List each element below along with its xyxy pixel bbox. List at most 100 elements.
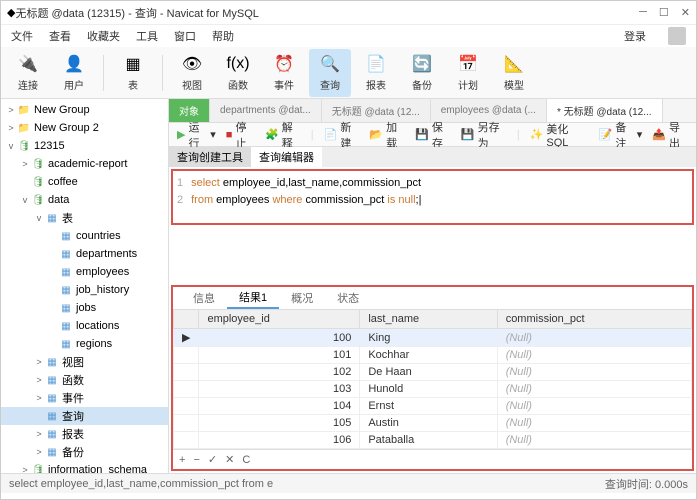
- status-text: select employee_id,last_name,commission_…: [9, 478, 273, 490]
- tree-事件[interactable]: >▦事件: [1, 389, 168, 407]
- toolbar-用户[interactable]: 👤用户: [53, 49, 95, 97]
- tree-12315[interactable]: v🛢12315: [1, 137, 168, 155]
- tree-academic-report[interactable]: >🛢academic-report: [1, 155, 168, 173]
- menu-1[interactable]: 查看: [49, 28, 71, 44]
- tree-data[interactable]: v🛢data: [1, 191, 168, 209]
- status-bar: select employee_id,last_name,commission_…: [1, 473, 696, 493]
- result-tab[interactable]: 信息: [181, 287, 227, 309]
- toolbar-连接[interactable]: 🔌连接: [7, 49, 49, 97]
- 表-icon: ▦: [122, 53, 144, 75]
- 用户-icon: 👤: [63, 53, 85, 75]
- stop-button[interactable]: ■停止: [226, 119, 255, 151]
- result-tab[interactable]: 概况: [279, 287, 325, 309]
- sidebar-tree[interactable]: >📁New Group>📁New Group 2v🛢12315>🛢academi…: [1, 99, 169, 473]
- query-toolbar: ▶运行 ▾ ■停止 🧩解释 | 📄新建 📂加载 💾保存 💾另存为 | ✨美化 S…: [169, 123, 696, 147]
- tree-information_schema[interactable]: >🛢information_schema: [1, 461, 168, 473]
- explain-button[interactable]: 🧩解释: [265, 119, 301, 151]
- tree-表[interactable]: v▦表: [1, 209, 168, 227]
- col-last_name[interactable]: last_name: [360, 310, 497, 329]
- menu-4[interactable]: 窗口: [174, 28, 196, 44]
- menu-0[interactable]: 文件: [11, 28, 33, 44]
- tree-jobs[interactable]: ▦jobs: [1, 299, 168, 317]
- 视图-icon: 👁: [181, 53, 203, 75]
- new-button[interactable]: 📄新建: [324, 119, 360, 151]
- table-row[interactable]: 103Hunold(Null): [174, 381, 692, 398]
- window-controls: ─ ☐ ✕: [639, 6, 690, 19]
- tree-employees[interactable]: ▦employees: [1, 263, 168, 281]
- result-tab[interactable]: 状态: [325, 287, 371, 309]
- avatar[interactable]: [668, 27, 686, 45]
- query-time: 查询时间: 0.000s: [605, 476, 688, 492]
- 报表-icon: 📄: [365, 53, 387, 75]
- subtab[interactable]: 查询编辑器: [251, 147, 322, 167]
- grid-btn[interactable]: ✓: [208, 453, 217, 466]
- tree-locations[interactable]: ▦locations: [1, 317, 168, 335]
- save-button[interactable]: 💾保存: [415, 119, 451, 151]
- table-row[interactable]: 105Austin(Null): [174, 415, 692, 432]
- beautify-button[interactable]: ✨美化 SQL: [530, 121, 589, 149]
- grid-btn[interactable]: +: [179, 454, 185, 466]
- table-row[interactable]: 102De Haan(Null): [174, 364, 692, 381]
- table-row[interactable]: 106Pataballa(Null): [174, 432, 692, 449]
- window-title: 无标题 @data (12315) - 查询 - Navicat for MyS…: [15, 5, 639, 21]
- 计划-icon: 📅: [457, 53, 479, 75]
- col-employee_id[interactable]: employee_id: [199, 310, 360, 329]
- toolbar-函数[interactable]: f(x)函数: [217, 49, 259, 97]
- grid-btn[interactable]: −: [193, 454, 199, 466]
- sql-editor[interactable]: 1select employee_id,last_name,commission…: [171, 169, 694, 225]
- 连接-icon: 🔌: [17, 53, 39, 75]
- close-button[interactable]: ✕: [681, 6, 690, 19]
- app-icon: ◆: [7, 6, 15, 19]
- results-panel: 信息结果1概况状态 employee_idlast_namecommission…: [171, 285, 694, 471]
- tree-New Group 2[interactable]: >📁New Group 2: [1, 119, 168, 137]
- table-row[interactable]: 101Kochhar(Null): [174, 347, 692, 364]
- grid-btn[interactable]: ✕: [225, 453, 234, 466]
- table-row[interactable]: ▶100King(Null): [174, 329, 692, 347]
- tree-报表[interactable]: >▦报表: [1, 425, 168, 443]
- login-link[interactable]: 登录: [624, 28, 646, 44]
- 函数-icon: f(x): [227, 53, 249, 75]
- 查询-icon: 🔍: [319, 53, 341, 75]
- menu-2[interactable]: 收藏夹: [87, 28, 120, 44]
- toolbar-报表[interactable]: 📄报表: [355, 49, 397, 97]
- minimize-button[interactable]: ─: [639, 6, 647, 19]
- tree-备份[interactable]: >▦备份: [1, 443, 168, 461]
- results-grid[interactable]: employee_idlast_namecommission_pct▶100Ki…: [173, 309, 692, 449]
- tree-函数[interactable]: >▦函数: [1, 371, 168, 389]
- 备份-icon: 🔄: [411, 53, 433, 75]
- table-row[interactable]: 104Ernst(Null): [174, 398, 692, 415]
- toolbar-事件[interactable]: ⏰事件: [263, 49, 305, 97]
- 模型-icon: 📐: [503, 53, 525, 75]
- menu-bar: 文件查看收藏夹工具窗口帮助 登录: [1, 25, 696, 47]
- maximize-button[interactable]: ☐: [659, 6, 669, 19]
- main-toolbar: 🔌连接👤用户 ▦表 👁视图f(x)函数⏰事件🔍查询📄报表🔄备份📅计划📐模型: [1, 47, 696, 99]
- tree-departments[interactable]: ▦departments: [1, 245, 168, 263]
- menu-3[interactable]: 工具: [136, 28, 158, 44]
- result-tab[interactable]: 结果1: [227, 287, 279, 309]
- saveas-button[interactable]: 💾另存为: [461, 119, 507, 151]
- toolbar-表[interactable]: ▦表: [112, 49, 154, 97]
- tree-视图[interactable]: >▦视图: [1, 353, 168, 371]
- toolbar-备份[interactable]: 🔄备份: [401, 49, 443, 97]
- grid-btn[interactable]: C: [242, 454, 250, 466]
- tree-countries[interactable]: ▦countries: [1, 227, 168, 245]
- subtab[interactable]: 查询创建工具: [169, 147, 251, 167]
- query-subtabs: 查询创建工具查询编辑器: [169, 147, 696, 167]
- tree-regions[interactable]: ▦regions: [1, 335, 168, 353]
- col-commission_pct[interactable]: commission_pct: [497, 310, 691, 329]
- grid-toolbar: +−✓ ✕ C: [173, 449, 692, 469]
- tree-查询[interactable]: ▦查询: [1, 407, 168, 425]
- menu-5[interactable]: 帮助: [212, 28, 234, 44]
- 事件-icon: ⏰: [273, 53, 295, 75]
- tree-job_history[interactable]: ▦job_history: [1, 281, 168, 299]
- note-button[interactable]: 📝备注 ▾: [599, 119, 643, 151]
- export-button[interactable]: 📤导出: [652, 119, 688, 151]
- toolbar-计划[interactable]: 📅计划: [447, 49, 489, 97]
- run-button[interactable]: ▶运行 ▾: [177, 119, 216, 151]
- tree-coffee[interactable]: 🛢coffee: [1, 173, 168, 191]
- load-button[interactable]: 📂加载: [369, 119, 405, 151]
- tree-New Group[interactable]: >📁New Group: [1, 101, 168, 119]
- toolbar-查询[interactable]: 🔍查询: [309, 49, 351, 97]
- toolbar-模型[interactable]: 📐模型: [493, 49, 535, 97]
- toolbar-视图[interactable]: 👁视图: [171, 49, 213, 97]
